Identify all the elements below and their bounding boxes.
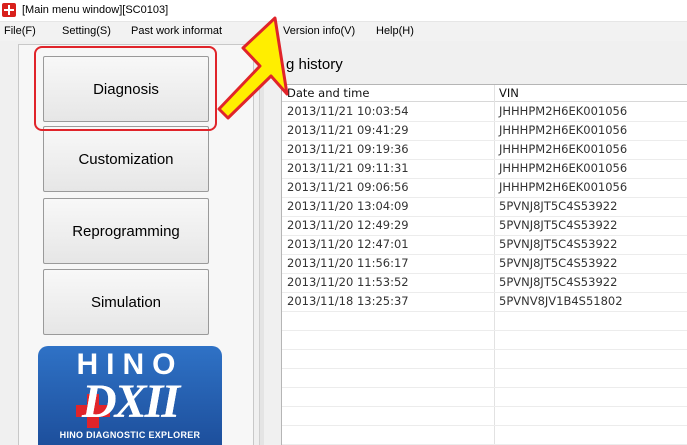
menu-version-info[interactable]: Version info(V) <box>283 25 355 37</box>
menu-help[interactable]: Help(H) <box>376 25 414 37</box>
menu-past-work-information[interactable]: Past work informat <box>131 25 222 37</box>
table-row[interactable]: 2013/11/21 09:11:31 JHHHPM2H6EK001056 <box>282 160 687 179</box>
table-row[interactable]: 2013/11/20 11:53:52 5PVNJ8JT5C4S53922 <box>282 274 687 293</box>
customization-button[interactable]: Customization <box>43 126 209 192</box>
column-header-vin[interactable]: VIN <box>499 86 519 100</box>
cell-date-time: 2013/11/21 09:19:36 <box>287 142 409 156</box>
cell-date-time: 2013/11/21 09:11:31 <box>287 161 409 175</box>
empty-table-row <box>282 350 687 369</box>
empty-table-row <box>282 331 687 350</box>
app-cross-icon <box>2 3 16 17</box>
cell-vin: JHHHPM2H6EK001056 <box>499 123 628 137</box>
cell-date-time: 2013/11/20 12:49:29 <box>287 218 409 232</box>
table-row[interactable]: 2013/11/21 09:19:36 JHHHPM2H6EK001056 <box>282 141 687 160</box>
cell-vin: JHHHPM2H6EK001056 <box>499 180 628 194</box>
hino-dx2-logo: HINO DXII HINO DIAGNOSTIC EXPLORER <box>38 346 222 445</box>
cell-vin: JHHHPM2H6EK001056 <box>499 161 628 175</box>
cell-vin: 5PVNV8JV1B4S51802 <box>499 294 623 308</box>
cell-vin: 5PVNJ8JT5C4S53922 <box>499 256 618 270</box>
history-title: g history <box>286 56 343 73</box>
menu-file[interactable]: File(F) <box>4 25 36 37</box>
menu-bar: File(F) Setting(S) Past work informat Ve… <box>0 22 687 41</box>
cell-vin: 5PVNJ8JT5C4S53922 <box>499 199 618 213</box>
table-row[interactable]: 2013/11/20 12:47:01 5PVNJ8JT5C4S53922 <box>282 236 687 255</box>
table-row[interactable]: 2013/11/20 12:49:29 5PVNJ8JT5C4S53922 <box>282 217 687 236</box>
cell-vin: 5PVNJ8JT5C4S53922 <box>499 237 618 251</box>
menu-setting[interactable]: Setting(S) <box>62 25 111 37</box>
table-row[interactable]: 2013/11/21 10:03:54 JHHHPM2H6EK001056 <box>282 103 687 122</box>
cell-date-time: 2013/11/21 09:06:56 <box>287 180 409 194</box>
reprogramming-button[interactable]: Reprogramming <box>43 198 209 264</box>
table-row[interactable]: 2013/11/21 09:06:56 JHHHPM2H6EK001056 <box>282 179 687 198</box>
logo-product-text: DXII <box>81 375 180 428</box>
cell-vin: 5PVNJ8JT5C4S53922 <box>499 275 618 289</box>
table-row[interactable]: 2013/11/20 13:04:09 5PVNJ8JT5C4S53922 <box>282 198 687 217</box>
empty-table-row <box>282 312 687 331</box>
history-table: Date and time VIN 2013/11/21 10:03:54 JHH… <box>281 84 687 445</box>
column-header-date[interactable]: Date and time <box>287 86 369 100</box>
empty-table-row <box>282 369 687 388</box>
empty-table-row <box>282 407 687 426</box>
diagnosis-highlight-box <box>34 46 217 131</box>
table-row[interactable]: 2013/11/18 13:25:37 5PVNV8JV1B4S51802 <box>282 293 687 312</box>
cell-date-time: 2013/11/20 11:53:52 <box>287 275 409 289</box>
cell-vin: JHHHPM2H6EK001056 <box>499 142 628 156</box>
cell-vin: 5PVNJ8JT5C4S53922 <box>499 218 618 232</box>
window-title: [Main menu window][SC0103] <box>22 4 169 16</box>
empty-table-row <box>282 388 687 407</box>
cell-date-time: 2013/11/21 10:03:54 <box>287 104 409 118</box>
cell-date-time: 2013/11/21 09:41:29 <box>287 123 409 137</box>
table-row[interactable]: 2013/11/20 11:56:17 5PVNJ8JT5C4S53922 <box>282 255 687 274</box>
cell-date-time: 2013/11/20 12:47:01 <box>287 237 409 251</box>
simulation-button[interactable]: Simulation <box>43 269 209 335</box>
cell-date-time: 2013/11/18 13:25:37 <box>287 294 409 308</box>
title-bar: [Main menu window][SC0103] <box>0 0 687 22</box>
cell-date-time: 2013/11/20 13:04:09 <box>287 199 409 213</box>
cell-date-time: 2013/11/20 11:56:17 <box>287 256 409 270</box>
empty-table-row <box>282 426 687 445</box>
cell-vin: JHHHPM2H6EK001056 <box>499 104 628 118</box>
table-header: Date and time VIN <box>282 85 687 102</box>
logo-tagline: HINO DIAGNOSTIC EXPLORER <box>59 430 201 440</box>
table-row[interactable]: 2013/11/21 09:41:29 JHHHPM2H6EK001056 <box>282 122 687 141</box>
